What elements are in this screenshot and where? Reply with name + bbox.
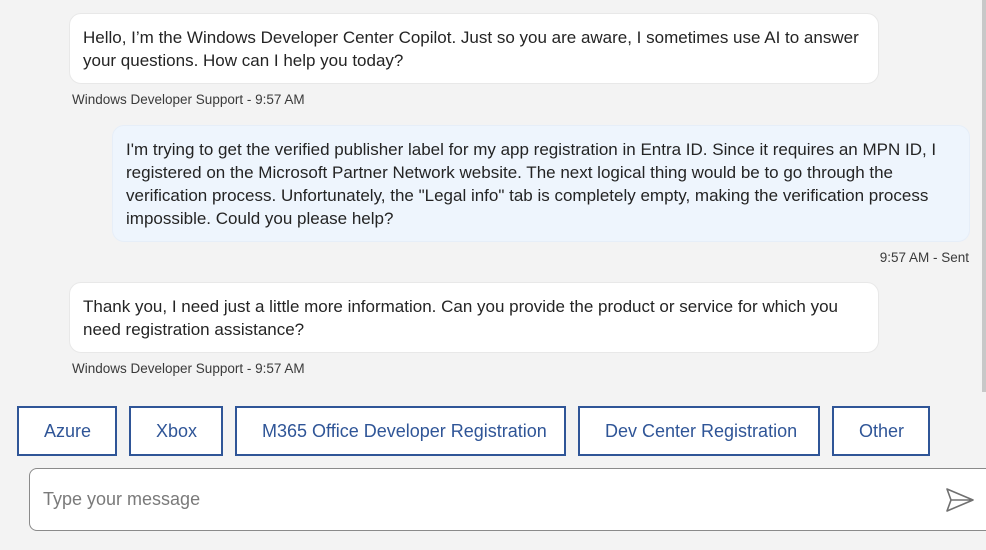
- suggested-action-xbox[interactable]: Xbox: [129, 406, 223, 456]
- bot-message: Hello, I’m the Windows Developer Center …: [69, 13, 879, 84]
- bot-message: Thank you, I need just a little more inf…: [69, 282, 879, 353]
- scrollbar[interactable]: [982, 0, 986, 392]
- suggested-action-azure[interactable]: Azure: [17, 406, 117, 456]
- suggested-action-m365-office-developer-registration[interactable]: M365 Office Developer Registration: [235, 406, 566, 456]
- suggested-action-other[interactable]: Other: [832, 406, 930, 456]
- suggested-action-dev-center-registration[interactable]: Dev Center Registration: [578, 406, 820, 456]
- message-meta: Windows Developer Support - 9:57 AM: [72, 361, 305, 376]
- message-meta: Windows Developer Support - 9:57 AM: [72, 92, 305, 107]
- user-message: I'm trying to get the verified publisher…: [112, 125, 970, 242]
- message-meta: 9:57 AM - Sent: [879, 250, 969, 265]
- message-input[interactable]: [43, 469, 923, 530]
- send-icon[interactable]: [945, 487, 975, 513]
- message-composer: [29, 468, 986, 531]
- message-text: Thank you, I need just a little more inf…: [83, 297, 838, 339]
- message-text: Hello, I’m the Windows Developer Center …: [83, 28, 859, 70]
- message-text: I'm trying to get the verified publisher…: [126, 140, 937, 228]
- suggested-actions: Azure Xbox M365 Office Developer Registr…: [17, 406, 930, 456]
